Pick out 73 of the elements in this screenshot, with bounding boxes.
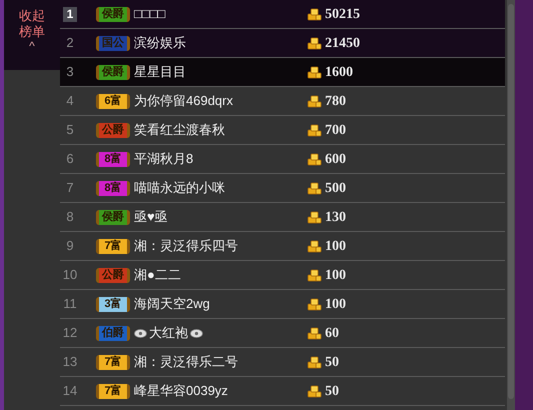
rank-number: 7	[66, 179, 74, 198]
ingot-icon	[306, 209, 322, 225]
user-name: 滨纷娱乐	[134, 34, 186, 52]
rank-badge: 6富	[96, 94, 130, 108]
rank-number: 3	[66, 63, 74, 82]
gift-value: 700	[325, 122, 346, 140]
rank-number: 4	[66, 92, 74, 110]
rank-number: 14	[62, 382, 78, 400]
ingot-icon	[306, 6, 322, 22]
rank-badge: 国公	[96, 36, 130, 50]
rank-number: 11	[63, 295, 77, 314]
user-name: 星星目目	[134, 63, 186, 82]
ingot-icon	[306, 267, 322, 283]
rank-badge: 7富	[96, 384, 130, 398]
collapse-arrow[interactable]: ^	[29, 40, 35, 52]
gift-value: 780	[325, 92, 346, 110]
rank-number: 1	[62, 6, 78, 22]
user-name: 海阔天空2wg	[134, 295, 210, 314]
gift-value: 1600	[325, 64, 353, 82]
user-name: 湘：灵泛得乐二号	[134, 353, 238, 372]
gift-value: 60	[325, 324, 339, 342]
ingot-icon	[306, 238, 322, 254]
scrollbar-thumb[interactable]	[508, 4, 514, 399]
rank-badge: 公爵	[96, 122, 130, 138]
rank-badge: 8富	[96, 152, 130, 166]
gift-value: 50	[325, 382, 339, 400]
user-name: 喵喵永远的小咪	[134, 179, 225, 198]
ingot-icon	[306, 354, 322, 370]
user-name: □□□□	[134, 5, 166, 24]
ingot-icon	[306, 151, 322, 167]
rank-number: 10	[62, 266, 78, 284]
user-name: 峰星华容0039yz	[134, 382, 228, 400]
rank-badge: 公爵	[96, 268, 130, 282]
gift-value: 130	[325, 208, 346, 226]
user-name: 湘●二二	[134, 266, 181, 284]
gift-value: 100	[325, 266, 346, 284]
ingot-icon	[306, 35, 322, 51]
gift-value: 600	[325, 150, 346, 168]
rank-number: 13	[62, 353, 78, 372]
user-name: 笑看红尘渡春秋	[134, 121, 225, 140]
rank-number: 5	[66, 121, 74, 140]
user-name: 为你停留469dqrx	[134, 92, 233, 110]
gift-value: 21450	[325, 34, 360, 52]
gift-value: 100	[325, 238, 346, 256]
rank-badge: 侯爵	[96, 210, 130, 224]
gift-value: 100	[325, 296, 346, 314]
rank-badge: 8富	[96, 180, 130, 196]
rank-badge: 7富	[96, 238, 130, 254]
rank-number: 12	[62, 324, 78, 342]
ingot-icon	[306, 64, 322, 80]
user-name: 亟♥亟	[134, 208, 168, 226]
ingot-icon	[306, 180, 322, 196]
rank-badge: 侯爵	[96, 6, 130, 22]
rank-number: 9	[66, 237, 74, 256]
ingot-icon	[306, 122, 322, 138]
rank-badge: 7富	[96, 354, 130, 370]
gift-value: 50	[325, 354, 339, 372]
ingot-icon	[306, 296, 322, 312]
rank-badge: 侯爵	[96, 64, 130, 80]
user-name: 湘：灵泛得乐四号	[134, 237, 238, 256]
ingot-icon	[306, 383, 322, 399]
rank-badge: 伯爵	[96, 326, 130, 340]
user-name: 大红袍	[149, 324, 188, 342]
collapse-ranking-link[interactable]: 收起榜单	[19, 8, 45, 40]
rank-number: 6	[66, 150, 74, 168]
user-name: 平湖秋月8	[134, 150, 194, 168]
ingot-icon	[306, 325, 322, 341]
rank-badge: 3富	[96, 296, 130, 312]
rank-number: 2	[66, 34, 74, 52]
rank-number: 8	[66, 208, 74, 226]
gift-value: 50215	[325, 6, 360, 24]
ingot-icon	[306, 93, 322, 109]
gift-value: 500	[325, 180, 346, 198]
